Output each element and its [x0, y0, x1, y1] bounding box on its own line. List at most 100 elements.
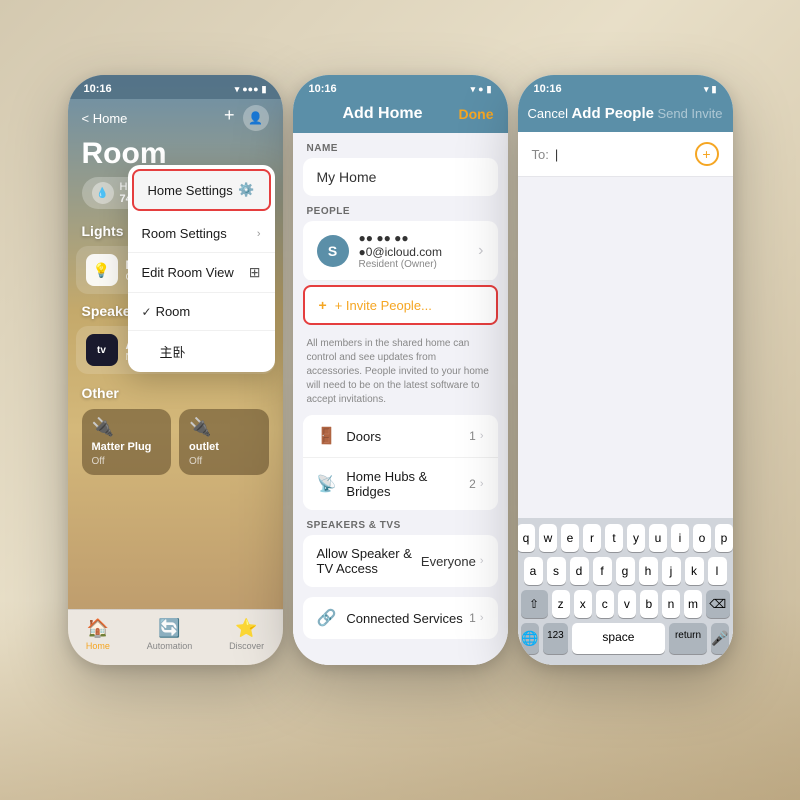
hubs-row[interactable]: 📡 Home Hubs & Bridges 2 › [303, 458, 498, 510]
battery-icon3: ▮ [712, 84, 717, 95]
dropdown-menu: Home Settings ⚙️ Room Settings › Edit Ro… [128, 165, 275, 372]
plug1-name: Matter Plug [92, 441, 162, 453]
key-x[interactable]: x [574, 590, 592, 618]
key-j[interactable]: j [662, 557, 681, 585]
phone1-nav: < Home + 👤 [68, 99, 283, 135]
phone3-nav: Cancel Add People Send Invite [518, 99, 733, 132]
home-name-input[interactable] [303, 158, 498, 196]
phones-container: 10:16 ▾ ●●● ▮ < Home + 👤 Room 💧 [0, 75, 800, 665]
key-a[interactable]: a [524, 557, 543, 585]
people-section-label: PEOPLE [293, 206, 508, 221]
bedroom-item[interactable]: 主卧 [128, 331, 275, 372]
edit-room-item[interactable]: Edit Room View ⊞ [128, 253, 275, 293]
key-v[interactable]: v [618, 590, 636, 618]
key-z[interactable]: z [552, 590, 570, 618]
mic-key[interactable]: 🎤 [711, 623, 730, 654]
key-s[interactable]: s [547, 557, 566, 585]
key-g[interactable]: g [616, 557, 635, 585]
room-check-item[interactable]: ✓ Room [128, 293, 275, 331]
key-y[interactable]: y [627, 524, 645, 552]
room-settings-chevron: › [257, 228, 261, 240]
keyboard: q w e r t y u i o p a s d f g [518, 518, 733, 665]
humidity-icon: 💧 [92, 182, 114, 204]
phone1-status-icons: ▾ ●●● ▮ [235, 83, 267, 95]
send-invite-button[interactable]: Send Invite [657, 106, 722, 121]
hubs-chevron: › [480, 478, 484, 490]
keyboard-row-1: q w e r t y u i o p [521, 524, 730, 552]
phone-3: 10:16 ▾ ▮ Cancel Add People Send Invite … [518, 75, 733, 665]
connected-services-row[interactable]: 🔗 Connected Services 1 › [303, 597, 498, 639]
people-card: S ●● ●● ●● ●0@icloud.com Resident (Owner… [303, 221, 498, 281]
key-i[interactable]: i [671, 524, 689, 552]
key-p[interactable]: p [715, 524, 733, 552]
speaker-access-value: Everyone [421, 554, 476, 569]
home-settings-label: Home Settings [148, 183, 233, 198]
key-q[interactable]: q [518, 524, 536, 552]
speaker-access-row[interactable]: Allow Speaker & TV Access Everyone › [303, 535, 498, 587]
key-w[interactable]: w [539, 524, 557, 552]
space-key[interactable]: space [572, 623, 666, 654]
wifi-icon: ▾ [235, 84, 240, 95]
wifi-icon3: ▾ [704, 84, 709, 95]
cancel-button[interactable]: Cancel [528, 106, 568, 121]
person-row[interactable]: S ●● ●● ●● ●0@icloud.com Resident (Owner… [303, 221, 498, 281]
phone2-done-button[interactable]: Done [459, 106, 494, 122]
shift-key[interactable]: ⇧ [521, 590, 548, 618]
key-n[interactable]: n [662, 590, 680, 618]
doors-chevron: › [480, 430, 484, 442]
signal-icon2: ● [478, 84, 483, 94]
person-avatar: S [317, 235, 349, 267]
room-settings-item[interactable]: Room Settings › [128, 215, 275, 253]
key-r[interactable]: r [583, 524, 601, 552]
to-field[interactable]: To: | + [518, 132, 733, 177]
plug1-status: Off [92, 456, 162, 467]
key-b[interactable]: b [640, 590, 658, 618]
hubs-label: Home Hubs & Bridges [346, 469, 469, 499]
connected-count: 1 [469, 611, 476, 625]
keyboard-row-3: ⇧ z x c v b n m ⌫ [521, 590, 730, 618]
invite-row[interactable]: + + Invite People... [303, 285, 498, 325]
invite-plus-icon: + [319, 297, 327, 313]
key-u[interactable]: u [649, 524, 667, 552]
phone-1: 10:16 ▾ ●●● ▮ < Home + 👤 Room 💧 [68, 75, 283, 665]
key-m[interactable]: m [684, 590, 702, 618]
back-button[interactable]: < Home [82, 111, 128, 126]
profile-icon[interactable]: 👤 [243, 105, 269, 131]
phone3-status-icons: ▾ ▮ [704, 83, 716, 95]
bedroom-label: 主卧 [142, 342, 186, 361]
name-section-label: NAME [293, 143, 508, 158]
doors-row[interactable]: 🚪 Doors 1 › [303, 415, 498, 458]
key-k[interactable]: k [685, 557, 704, 585]
add-recipient-button[interactable]: + [695, 142, 719, 166]
home-settings-icon: ⚙️ [238, 182, 254, 198]
name-card [303, 158, 498, 196]
phone-2: 10:16 ▾ ● ▮ Add Home Done NAME PEO [293, 75, 508, 665]
add-icon[interactable]: + [224, 105, 235, 131]
connected-services-card: 🔗 Connected Services 1 › [303, 597, 498, 639]
key-h[interactable]: h [639, 557, 658, 585]
return-key[interactable]: return [669, 623, 706, 654]
plug1-card[interactable]: 🔌 Matter Plug Off [82, 409, 172, 475]
plug2-card[interactable]: 🔌 outlet Off [179, 409, 269, 475]
accessories-card: 🚪 Doors 1 › 📡 Home Hubs & Bridges [303, 415, 498, 510]
home-settings-item[interactable]: Home Settings ⚙️ [132, 169, 271, 211]
key-o[interactable]: o [693, 524, 711, 552]
delete-key[interactable]: ⌫ [706, 590, 729, 618]
doors-count: 1 [469, 429, 476, 443]
emoji-key[interactable]: 🌐 [521, 623, 540, 654]
key-c[interactable]: c [596, 590, 614, 618]
phone2-body: NAME PEOPLE S ●● ●● ●● ●0@icloud.com Res… [293, 133, 508, 665]
key-f[interactable]: f [593, 557, 612, 585]
numbers-key[interactable]: 123 [543, 623, 567, 654]
key-t[interactable]: t [605, 524, 623, 552]
person-email: ●● ●● ●● ●0@icloud.com [359, 231, 469, 259]
phone1-status-bar: 10:16 ▾ ●●● ▮ [68, 75, 283, 99]
phone2-status-bar: 10:16 ▾ ● ▮ [293, 75, 508, 99]
key-e[interactable]: e [561, 524, 579, 552]
key-l[interactable]: l [708, 557, 727, 585]
battery-icon2: ▮ [487, 84, 492, 95]
connected-label: Connected Services [346, 611, 462, 626]
key-d[interactable]: d [570, 557, 589, 585]
hub-icon: 📡 [317, 474, 337, 494]
tv-icon: tv [86, 334, 118, 366]
